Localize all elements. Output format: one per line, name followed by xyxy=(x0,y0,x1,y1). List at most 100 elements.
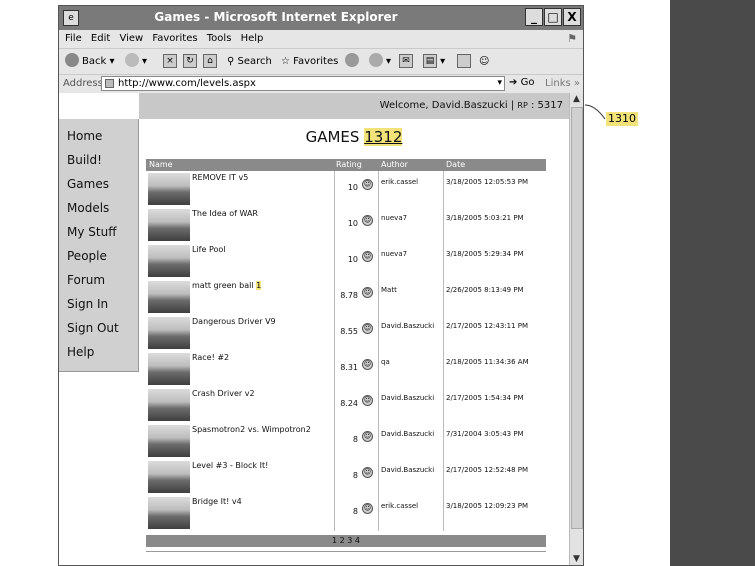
game-author[interactable]: erik.cassel xyxy=(381,178,418,186)
game-author[interactable]: David.Baszucki xyxy=(381,466,434,474)
callout-leader-line xyxy=(585,104,606,120)
table-row[interactable]: Race! #2 8.31 ☺ qa 2/18/2005 11:34:36 AM xyxy=(146,351,546,387)
table-row[interactable]: Crash Driver v2 8.24 ☺ David.Baszucki 2/… xyxy=(146,387,546,423)
mail-button[interactable]: ✉ xyxy=(399,53,413,71)
game-thumbnail[interactable] xyxy=(148,461,190,493)
game-author[interactable]: David.Baszucki xyxy=(381,322,434,330)
game-author[interactable]: qa xyxy=(381,358,390,366)
game-thumbnail[interactable] xyxy=(148,389,190,421)
nav-home[interactable]: Home xyxy=(67,129,102,143)
game-thumbnail[interactable] xyxy=(148,281,190,313)
table-row[interactable]: The Idea of WAR 10 ☺ nueva7 3/18/2005 5:… xyxy=(146,207,546,243)
game-name-link[interactable]: REMOVE IT v5 xyxy=(192,173,248,182)
game-thumbnail[interactable] xyxy=(148,245,190,277)
game-author[interactable]: Matt xyxy=(381,286,397,294)
nav-people[interactable]: People xyxy=(67,249,107,263)
search-button[interactable]: ⚲ Search xyxy=(227,53,272,71)
links-label: Links xyxy=(545,78,571,89)
game-name-link[interactable]: Life Pool xyxy=(192,245,226,254)
col-rating-header[interactable]: Rating xyxy=(336,159,362,171)
smiley-icon: ☺ xyxy=(362,251,373,262)
table-row[interactable]: Level #3 - Block It! 8 ☺ David.Baszucki … xyxy=(146,459,546,495)
game-name-link[interactable]: Level #3 - Block It! xyxy=(192,461,268,470)
nav-build[interactable]: Build! xyxy=(67,153,102,167)
game-author[interactable]: David.Baszucki xyxy=(381,394,434,402)
close-button[interactable]: X xyxy=(563,8,581,26)
menu-favorites[interactable]: Favorites xyxy=(152,30,197,48)
table-row[interactable]: Life Pool 10 ☺ nueva7 3/18/2005 5:29:34 … xyxy=(146,243,546,279)
nav-sign-in[interactable]: Sign In xyxy=(67,297,108,311)
game-author[interactable]: David.Baszucki xyxy=(381,430,434,438)
col-date-header[interactable]: Date xyxy=(446,159,465,171)
refresh-button[interactable]: ↻ xyxy=(183,53,197,71)
rp-label: RP xyxy=(517,101,528,110)
forward-button[interactable]: ▾ xyxy=(125,53,147,71)
col-name-header[interactable]: Name xyxy=(149,159,173,171)
game-rating: 8.24 xyxy=(340,399,358,408)
scrollbar-thumb[interactable] xyxy=(571,107,583,529)
game-thumbnail[interactable] xyxy=(148,173,190,205)
game-rating: 10 xyxy=(347,183,358,192)
game-name-link[interactable]: Crash Driver v2 xyxy=(192,389,255,398)
game-rating: 8.55 xyxy=(340,327,358,336)
back-button[interactable]: Back ▾ xyxy=(65,53,114,71)
game-thumbnail[interactable] xyxy=(148,425,190,457)
table-row[interactable]: Spasmotron2 vs. Wimpotron2 8 ☺ David.Bas… xyxy=(146,423,546,459)
messenger-button[interactable]: ☺ xyxy=(479,53,489,71)
table-row[interactable]: Bridge It! v4 8 ☺ erik.cassel 3/18/2005 … xyxy=(146,495,546,531)
nav-my-stuff[interactable]: My Stuff xyxy=(67,225,116,239)
scroll-down-icon[interactable]: ▼ xyxy=(570,553,583,565)
game-author[interactable]: nueva7 xyxy=(381,214,407,222)
game-name-link[interactable]: Race! #2 xyxy=(192,353,229,362)
game-author[interactable]: erik.cassel xyxy=(381,502,418,510)
print-button[interactable]: ▤ ▾ xyxy=(423,53,445,71)
right-margin-panel xyxy=(670,0,755,566)
game-rating: 8 xyxy=(352,435,358,444)
game-name-link[interactable]: The Idea of WAR xyxy=(192,209,258,218)
favorites-button[interactable]: ☆ Favorites xyxy=(281,53,338,71)
game-thumbnail[interactable] xyxy=(148,317,190,349)
game-thumbnail[interactable] xyxy=(148,353,190,385)
links-button[interactable]: Links » xyxy=(545,78,580,89)
edit-button[interactable] xyxy=(457,53,471,71)
col-author-header[interactable]: Author xyxy=(381,159,408,171)
game-name-link[interactable]: Spasmotron2 vs. Wimpotron2 xyxy=(192,425,311,434)
menu-edit[interactable]: Edit xyxy=(91,30,110,48)
game-thumbnail[interactable] xyxy=(148,209,190,241)
go-button[interactable]: ➔ Go xyxy=(509,77,534,88)
welcome-bar: Welcome, David.Baszucki | RP : 5317 xyxy=(139,93,569,119)
history-button[interactable]: ▾ xyxy=(369,53,391,71)
divider xyxy=(146,551,546,552)
site-nav: Home Build! Games Models My Stuff People… xyxy=(59,119,139,372)
menu-help[interactable]: Help xyxy=(241,30,264,48)
menu-tools[interactable]: Tools xyxy=(207,30,232,48)
media-button[interactable] xyxy=(345,53,362,71)
menu-file[interactable]: File xyxy=(65,30,82,48)
nav-forum[interactable]: Forum xyxy=(67,273,105,287)
maximize-button[interactable]: □ xyxy=(544,8,562,26)
stop-button[interactable]: × xyxy=(163,53,177,71)
menu-view[interactable]: View xyxy=(119,30,143,48)
minimize-button[interactable]: _ xyxy=(525,8,543,26)
smiley-icon: ☺ xyxy=(362,179,373,190)
table-row[interactable]: Dangerous Driver V9 8.55 ☺ David.Baszuck… xyxy=(146,315,546,351)
game-author[interactable]: nueva7 xyxy=(381,250,407,258)
table-row[interactable]: matt green ball 1 8.78 ☺ Matt 2/26/2005 … xyxy=(146,279,546,315)
table-row[interactable]: REMOVE IT v5 10 ☺ erik.cassel 3/18/2005 … xyxy=(146,171,546,207)
game-name-link[interactable]: matt green ball 1 xyxy=(192,281,262,290)
nav-help[interactable]: Help xyxy=(67,345,94,359)
game-name-link[interactable]: Bridge It! v4 xyxy=(192,497,242,506)
home-button[interactable]: ⌂ xyxy=(203,53,217,71)
game-thumbnail[interactable] xyxy=(148,497,190,529)
nav-sign-out[interactable]: Sign Out xyxy=(67,321,119,335)
scroll-up-icon[interactable]: ▲ xyxy=(570,93,583,105)
nav-models[interactable]: Models xyxy=(67,201,109,215)
pagination[interactable]: 1 2 3 4 xyxy=(146,535,546,547)
address-dropdown-icon[interactable]: ▾ xyxy=(497,77,502,90)
address-input[interactable]: http://www.com/levels.aspx ▾ xyxy=(101,76,505,91)
game-rating: 10 xyxy=(347,255,358,264)
game-date: 7/31/2004 3:05:43 PM xyxy=(446,430,524,438)
vertical-scrollbar[interactable]: ▲ ▼ xyxy=(569,93,583,565)
nav-games[interactable]: Games xyxy=(67,177,109,191)
game-name-link[interactable]: Dangerous Driver V9 xyxy=(192,317,276,326)
